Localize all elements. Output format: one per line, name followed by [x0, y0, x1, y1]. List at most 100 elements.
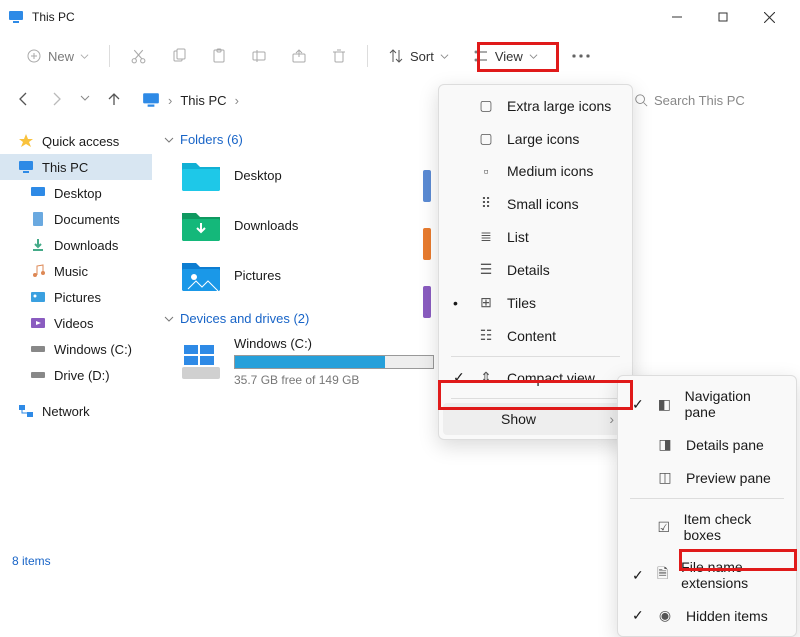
- search-icon: [634, 93, 648, 107]
- sidebar-item-label: Quick access: [42, 134, 119, 149]
- pane-icon: ◨: [656, 436, 674, 453]
- chevron-down-icon: [164, 135, 174, 145]
- sidebar-item-label: Desktop: [54, 186, 102, 201]
- status-bar: 8 items: [0, 549, 800, 573]
- check-icon: ✓: [453, 369, 465, 386]
- show-submenu: ✓◧Navigation pane ◨Details pane ◫Preview…: [617, 375, 797, 637]
- search-box[interactable]: Search This PC: [634, 93, 784, 108]
- menu-item-details[interactable]: ☰Details: [443, 253, 628, 286]
- forward-button[interactable]: [48, 91, 64, 110]
- documents-icon: [30, 211, 46, 227]
- sidebar-item-label: Network: [42, 404, 90, 419]
- drive-icon: [30, 341, 46, 357]
- chevron-down-icon: [80, 93, 90, 103]
- hidden-folder-stripes: [423, 170, 431, 318]
- menu-item-content[interactable]: ☷Content: [443, 319, 628, 352]
- grid-icon: ▢: [477, 130, 495, 147]
- menu-item-navigation-pane[interactable]: ✓◧Navigation pane: [622, 380, 792, 428]
- new-button[interactable]: New: [16, 42, 99, 70]
- menu-separator: [451, 356, 620, 357]
- sidebar-item-documents[interactable]: Documents: [0, 206, 152, 232]
- menu-item-extra-large-icons[interactable]: ▢Extra large icons: [443, 89, 628, 122]
- checkbox-icon: ☑: [656, 519, 672, 536]
- grid-icon: ▫: [477, 163, 495, 179]
- folder-icon: [180, 157, 222, 193]
- drive-free-label: 35.7 GB free of 149 GB: [234, 373, 434, 387]
- sidebar-item-label: Pictures: [54, 290, 101, 305]
- folder-label: Pictures: [234, 268, 281, 283]
- sidebar-item-quick-access[interactable]: Quick access: [0, 128, 152, 154]
- menu-item-list[interactable]: ≣List: [443, 220, 628, 253]
- titlebar: This PC: [0, 0, 800, 34]
- sidebar-item-label: Videos: [54, 316, 94, 331]
- menu-item-small-icons[interactable]: ⠿Small icons: [443, 187, 628, 220]
- back-button[interactable]: [16, 91, 32, 110]
- sidebar-item-desktop[interactable]: Desktop: [0, 180, 152, 206]
- section-label: Folders (6): [180, 132, 243, 147]
- downloads-icon: [30, 237, 46, 253]
- folder-icon: [180, 207, 222, 243]
- sidebar-item-pictures[interactable]: Pictures: [0, 284, 152, 310]
- sidebar-item-label: Music: [54, 264, 88, 279]
- search-placeholder: Search This PC: [654, 93, 745, 108]
- share-button[interactable]: [281, 42, 317, 70]
- menu-item-compact-view[interactable]: ✓⇕Compact view: [443, 361, 628, 394]
- more-button[interactable]: [562, 42, 600, 70]
- menu-separator: [451, 398, 620, 399]
- sidebar-item-downloads[interactable]: Downloads: [0, 232, 152, 258]
- sidebar-item-this-pc[interactable]: This PC: [0, 154, 152, 180]
- chevron-down-icon: [529, 52, 538, 61]
- this-pc-icon: [18, 159, 34, 175]
- drive-icon: [180, 341, 222, 383]
- view-menu: ▢Extra large icons ▢Large icons ▫Medium …: [438, 84, 633, 440]
- sidebar-item-label: Downloads: [54, 238, 118, 253]
- maximize-button[interactable]: [700, 1, 746, 33]
- content-icon: ☷: [477, 327, 495, 344]
- view-button[interactable]: View: [463, 42, 548, 70]
- eye-icon: ◉: [656, 607, 674, 624]
- section-label: Devices and drives (2): [180, 311, 309, 326]
- sidebar-item-windows-c[interactable]: Windows (C:): [0, 336, 152, 362]
- chevron-down-icon: [440, 52, 449, 61]
- star-icon: [18, 133, 34, 149]
- menu-item-hidden-items[interactable]: ✓◉Hidden items: [622, 599, 792, 632]
- pane-icon: ◫: [656, 469, 674, 486]
- sidebar-item-label: This PC: [42, 160, 88, 175]
- breadcrumb[interactable]: This PC: [180, 93, 226, 108]
- menu-item-tiles[interactable]: •⊞Tiles: [443, 286, 628, 319]
- sidebar-item-drive-d[interactable]: Drive (D:): [0, 362, 152, 388]
- up-button[interactable]: [106, 91, 122, 110]
- tiles-icon: ⊞: [477, 294, 495, 311]
- menu-item-preview-pane[interactable]: ◫Preview pane: [622, 461, 792, 494]
- pictures-icon: [30, 289, 46, 305]
- menu-item-medium-icons[interactable]: ▫Medium icons: [443, 155, 628, 187]
- minimize-button[interactable]: [654, 1, 700, 33]
- sidebar-item-network[interactable]: Network: [0, 398, 152, 424]
- sidebar-item-videos[interactable]: Videos: [0, 310, 152, 336]
- sort-label: Sort: [410, 49, 434, 64]
- delete-button[interactable]: [321, 42, 357, 70]
- view-label: View: [495, 49, 523, 64]
- menu-item-large-icons[interactable]: ▢Large icons: [443, 122, 628, 155]
- copy-button[interactable]: [161, 42, 197, 70]
- chevron-down-icon: [164, 314, 174, 324]
- close-button[interactable]: [746, 1, 792, 33]
- sort-button[interactable]: Sort: [378, 42, 459, 70]
- menu-item-details-pane[interactable]: ◨Details pane: [622, 428, 792, 461]
- status-items: 8 items: [12, 554, 51, 568]
- chevron-down-icon: [80, 52, 89, 61]
- menu-item-item-check-boxes[interactable]: ☑Item check boxes: [622, 503, 792, 551]
- menu-item-show[interactable]: Show›: [443, 403, 628, 435]
- rename-button[interactable]: [241, 42, 277, 70]
- drive-icon: [30, 367, 46, 383]
- folder-label: Downloads: [234, 218, 298, 233]
- drive-capacity-bar: [234, 355, 434, 369]
- compact-icon: ⇕: [477, 369, 495, 386]
- details-icon: ☰: [477, 261, 495, 278]
- paste-button[interactable]: [201, 42, 237, 70]
- videos-icon: [30, 315, 46, 331]
- recent-button[interactable]: [80, 91, 90, 110]
- cut-button[interactable]: [120, 42, 157, 71]
- chevron-right-icon: ›: [609, 411, 614, 427]
- sidebar-item-music[interactable]: Music: [0, 258, 152, 284]
